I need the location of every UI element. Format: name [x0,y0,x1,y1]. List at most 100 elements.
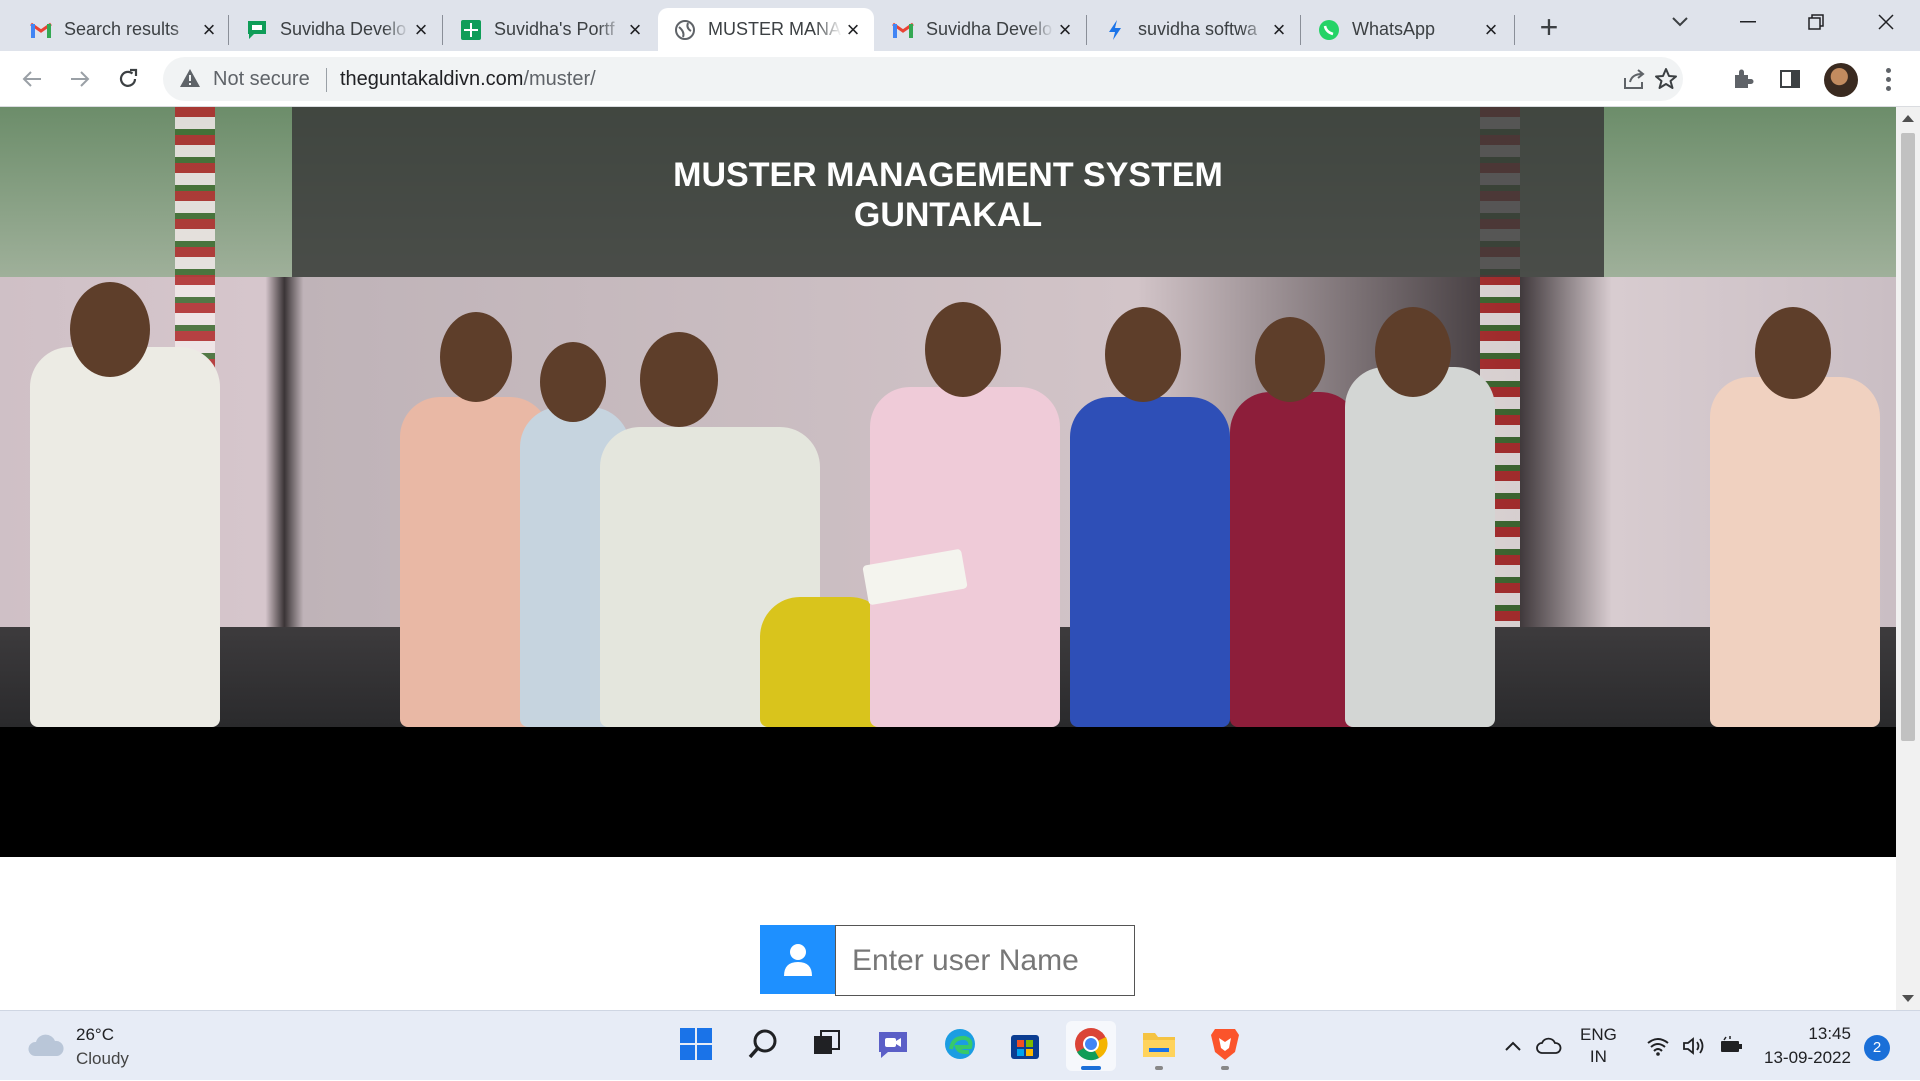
chrome-icon [1073,1026,1109,1067]
photo-person-head [1105,307,1181,402]
close-tab-icon[interactable]: × [410,18,432,41]
tab-whatsapp[interactable]: WhatsApp × [1302,8,1512,51]
tab-separator [228,15,229,45]
chrome-button[interactable] [1066,1021,1116,1071]
url-domain: theguntakaldivn.com [340,68,524,90]
address-bar[interactable]: Not secure theguntakaldivn.com/muster/ [163,57,1683,101]
tab-gmail-search[interactable]: Search results × [14,8,230,51]
taskbar-search-button[interactable] [738,1021,788,1071]
reload-button[interactable] [108,59,148,99]
tab-title: WhatsApp [1352,19,1436,39]
scrollbar-thumb[interactable] [1901,133,1915,741]
restore-button[interactable] [1782,0,1850,44]
cloud-icon [26,1031,66,1064]
url-text[interactable]: theguntakaldivn.com/muster/ [340,68,596,91]
login-form [760,925,1135,996]
start-icon [679,1027,713,1066]
tab-suvidha-chat[interactable]: Suvidha Develo × [230,8,442,51]
start-button[interactable] [671,1021,721,1071]
photo-person [870,387,1060,727]
close-tab-icon[interactable]: × [624,18,646,41]
close-tab-icon[interactable]: × [1268,18,1290,41]
photo-person-head [440,312,512,402]
show-hidden-icons-chevron[interactable] [1504,1011,1522,1081]
photo-person-head [1375,307,1451,397]
task-view-button[interactable] [802,1021,852,1071]
running-indicator [1221,1066,1229,1070]
weather-widget[interactable]: 26°C Cloudy [26,1023,129,1071]
tab-separator [1086,15,1087,45]
tab-separator [1300,15,1301,45]
clock[interactable]: 13:45 13-09-2022 [1764,1011,1851,1081]
scroll-up-arrow-icon[interactable] [1902,115,1914,122]
side-panel-icon[interactable] [1774,63,1806,95]
user-icon [760,925,835,994]
tab-portfolio-sheet[interactable]: Suvidha's Portf × [444,8,656,51]
photo-person-head [70,282,150,377]
tab-separator [442,15,443,45]
onedrive-icon[interactable] [1536,1011,1562,1081]
photo-person [1345,367,1495,727]
tab-title: Suvidha's Portf [494,19,615,39]
page-viewport: MUSTER MANAGEMENT SYSTEM GUNTAKAL [0,107,1920,1010]
close-tab-icon[interactable]: × [1054,18,1076,41]
close-tab-icon[interactable]: × [842,18,864,41]
security-label[interactable]: Not secure [213,68,310,91]
globe-icon [674,19,696,41]
whatsapp-icon [1318,19,1340,41]
minimize-button[interactable] [1714,0,1782,44]
tab-suvidha-software[interactable]: suvidha softwa × [1088,8,1300,51]
store-button[interactable] [1000,1021,1050,1071]
hero-title: MUSTER MANAGEMENT SYSTEM GUNTAKAL [292,155,1604,235]
windows-taskbar: 26°C Cloudy ENG IN 13:45 13-09-2022 2 [0,1010,1920,1080]
photo-person [30,347,220,727]
close-tab-icon[interactable]: × [198,18,220,41]
tab-search-chevron-icon[interactable] [1646,0,1714,44]
close-window-button[interactable] [1852,0,1920,44]
search-icon [747,1028,779,1065]
scroll-down-arrow-icon[interactable] [1902,995,1914,1002]
hero-title-line2: GUNTAKAL [853,196,1043,234]
browser-menu-icon[interactable] [1878,63,1898,95]
new-tab-button[interactable]: + [1527,10,1571,46]
tab-separator [1514,15,1515,45]
brave-button[interactable] [1200,1021,1250,1071]
volume-icon[interactable] [1682,1011,1706,1081]
hero-title-line1: MUSTER MANAGEMENT SYSTEM [673,156,1223,194]
language-code: ENG [1580,1025,1617,1044]
battery-icon[interactable] [1718,1011,1744,1081]
google-chat-icon [246,19,268,41]
photo-person-head [1255,317,1325,402]
bolt-icon [1104,19,1126,41]
running-indicator [1081,1066,1101,1070]
share-icon[interactable] [1621,66,1647,92]
tab-title: Suvidha Develo [280,19,407,39]
warning-icon[interactable] [179,68,201,93]
file-explorer-button[interactable] [1134,1021,1184,1071]
forward-button[interactable] [60,59,100,99]
clock-date: 13-09-2022 [1764,1048,1851,1067]
running-indicator [1155,1066,1163,1070]
photo-person [1230,392,1360,727]
back-button[interactable] [12,59,52,99]
notification-badge[interactable]: 2 [1864,1035,1890,1061]
edge-button[interactable] [935,1021,985,1071]
gmail-icon [30,19,52,41]
photo-person-head [640,332,718,427]
photo-person [1710,377,1880,727]
teams-chat-button[interactable] [868,1021,918,1071]
page-scrollbar[interactable] [1896,107,1920,1010]
username-input[interactable] [835,925,1135,996]
tab-gmail-suvidha[interactable]: Suvidha Develo × [876,8,1086,51]
extensions-icon[interactable] [1727,63,1759,95]
bookmark-star-icon[interactable] [1653,66,1679,92]
brave-icon [1209,1026,1241,1067]
tab-muster-active[interactable]: MUSTER MANA × [658,8,874,51]
omnibox-divider [326,68,327,92]
edge-icon [943,1027,977,1066]
close-tab-icon[interactable]: × [1480,18,1502,41]
input-language[interactable]: ENG IN [1580,1011,1617,1081]
google-sheets-icon [460,19,482,41]
profile-avatar[interactable] [1824,63,1858,97]
wifi-icon[interactable] [1646,1011,1670,1081]
